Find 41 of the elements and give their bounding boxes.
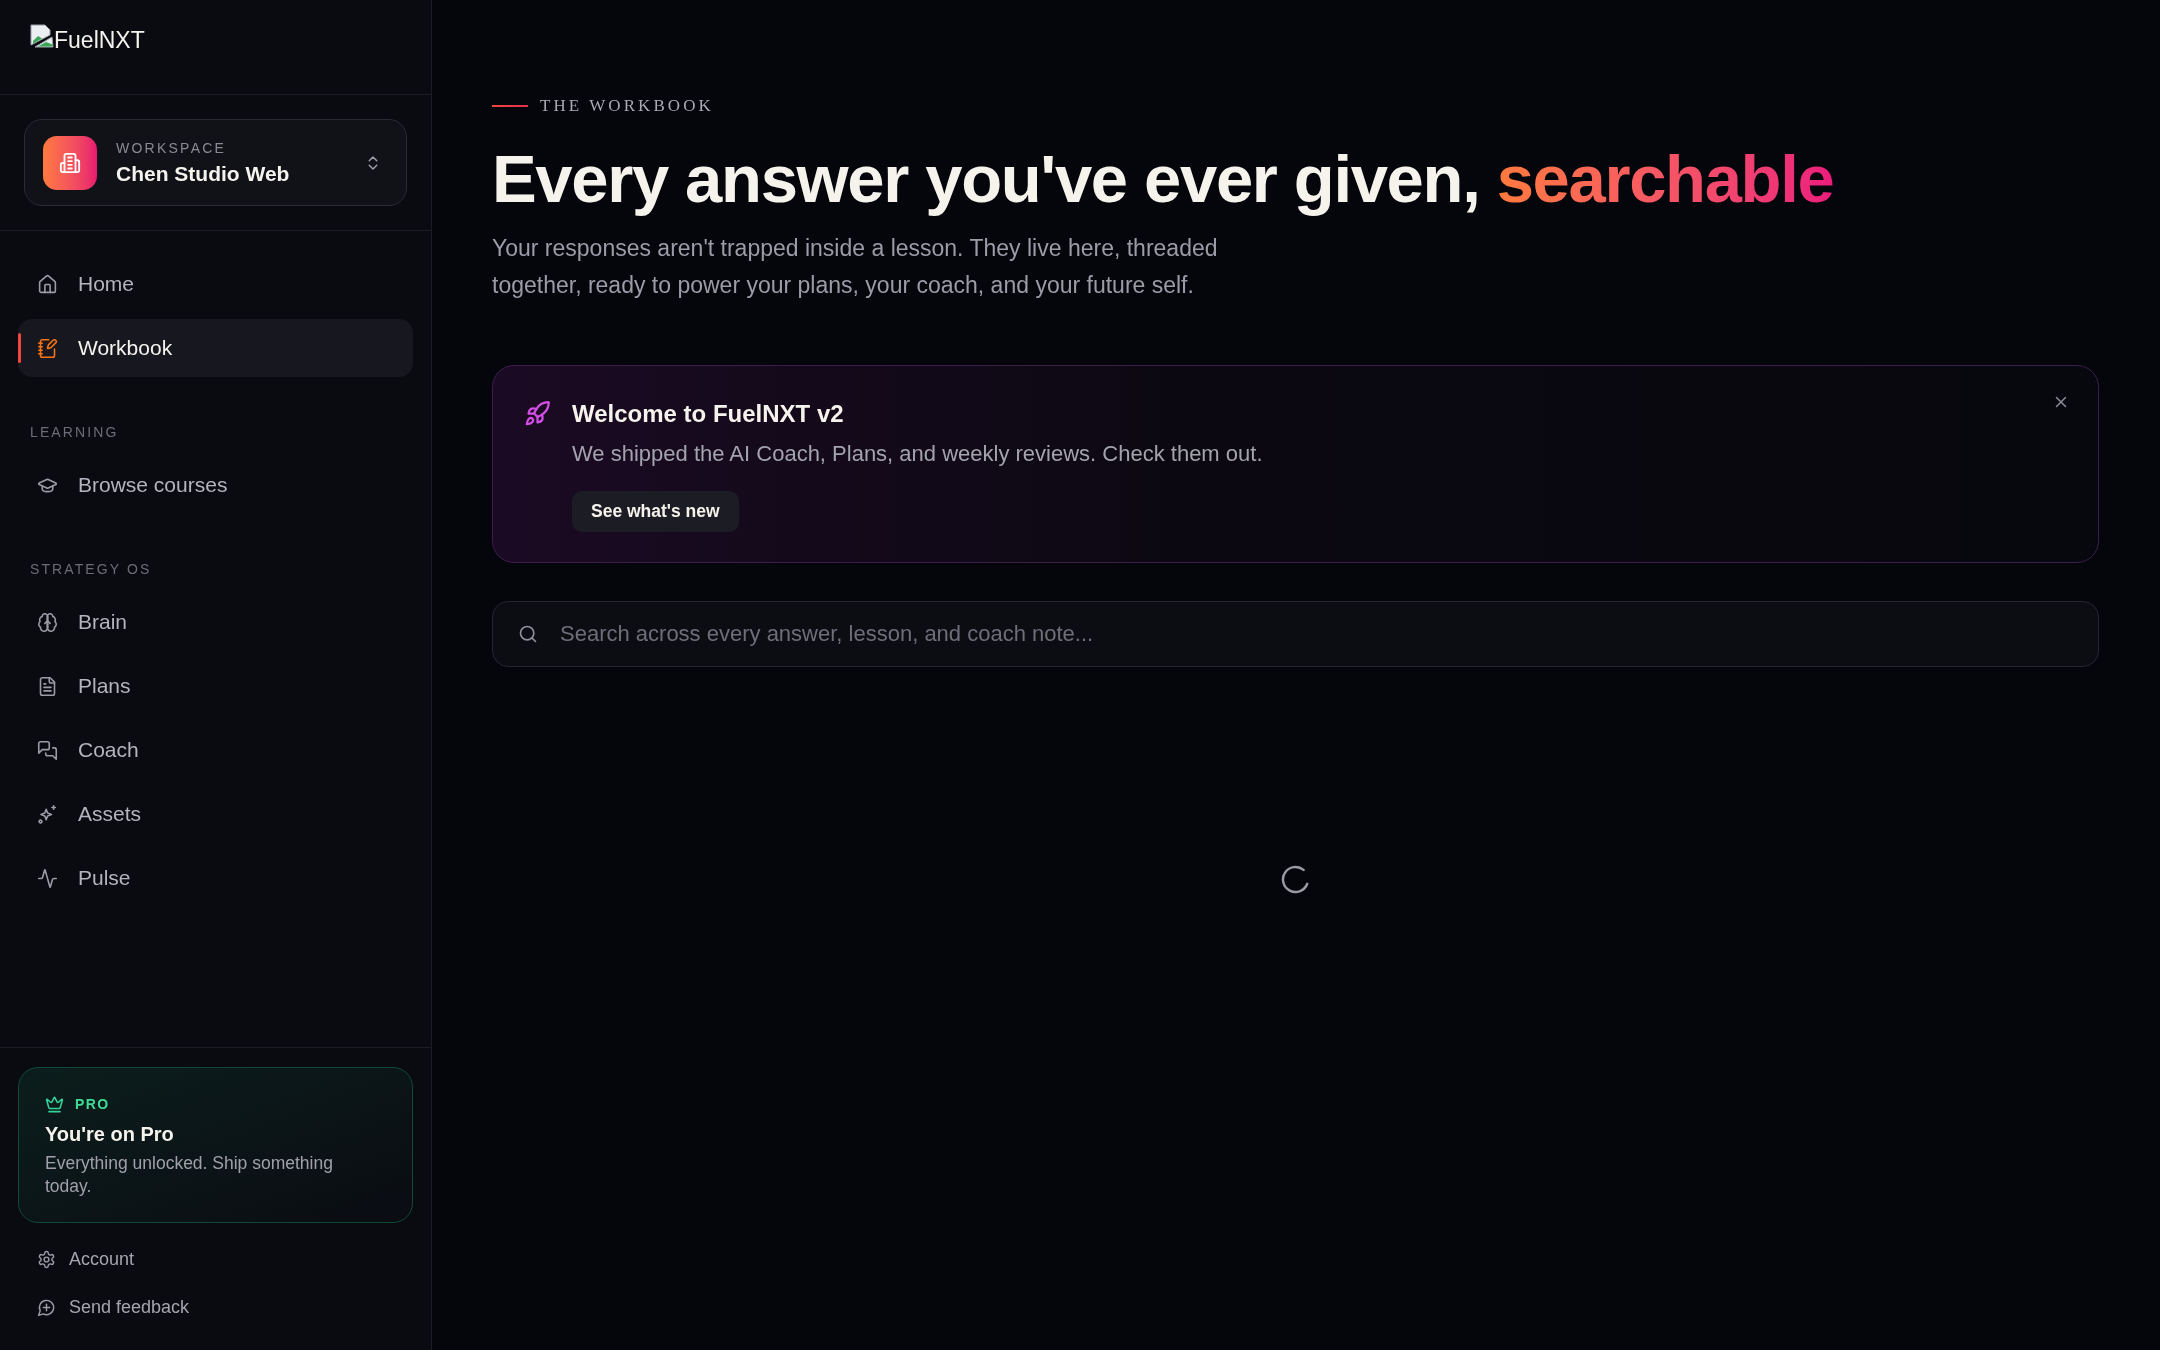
sidebar-link[interactable]: Send feedback [18, 1287, 413, 1327]
broken-image-icon [30, 24, 54, 48]
chat-bubbles-icon [37, 739, 58, 761]
crown-icon [45, 1094, 64, 1114]
section-heading: STRATEGY OS [29, 560, 153, 579]
document-icon [37, 675, 58, 697]
nav-item[interactable]: Workbook [18, 319, 413, 377]
rocket-icon [524, 400, 551, 427]
nav-item[interactable]: Coach [18, 721, 413, 779]
settings-icon [37, 1249, 56, 1269]
plan-label: PRO [75, 1095, 110, 1114]
search-icon [518, 624, 538, 644]
nav-item[interactable]: Plans [18, 657, 413, 715]
plan-title: You're on Pro [45, 1122, 175, 1147]
nav-item[interactable]: Home [18, 255, 413, 313]
message-plus-icon [37, 1297, 56, 1317]
workspace-switcher[interactable]: WORKSPACE Chen Studio Web [24, 119, 407, 206]
workspace-name: Chen Studio Web [116, 160, 291, 187]
nav-item[interactable]: Pulse [18, 849, 413, 907]
plan-description: Everything unlocked. Ship something today. [45, 1152, 334, 1198]
brand-name: FuelNXT [54, 26, 145, 54]
workspace-logo-icon [43, 135, 97, 190]
section-eyebrow: THE WORKBOOK [540, 95, 714, 117]
nav-item[interactable]: Brain [18, 593, 413, 651]
house-icon [37, 273, 58, 295]
nav-item[interactable]: Assets [18, 785, 413, 843]
nav-item[interactable]: Browse courses [18, 456, 413, 514]
sparkles-icon [37, 803, 58, 825]
page-description: Your responses aren't trapped inside a lesson. They live here, threaded together, ready to power your plans, your coach, and your future self. [492, 234, 1219, 300]
whats-new-button[interactable]: See what's new [572, 491, 739, 532]
brain-icon [37, 611, 58, 633]
pulse-line-icon [37, 867, 58, 889]
banner-title: Welcome to FuelNXT v2 [572, 399, 844, 429]
banner-text: We shipped the AI Coach, Plans, and weekly reviews. Check them out. [572, 440, 1263, 468]
notebook-pen-icon [37, 337, 58, 359]
page-title: Every answer you've ever given, searchable [492, 142, 1835, 216]
section-heading: LEARNING [29, 423, 120, 442]
search-field[interactable]: Search across every answer, lesson, and coach note... [492, 601, 2099, 667]
workspace-label: WORKSPACE [116, 138, 228, 157]
sidebar-link[interactable]: Account [18, 1239, 413, 1279]
active-indicator [18, 333, 21, 363]
